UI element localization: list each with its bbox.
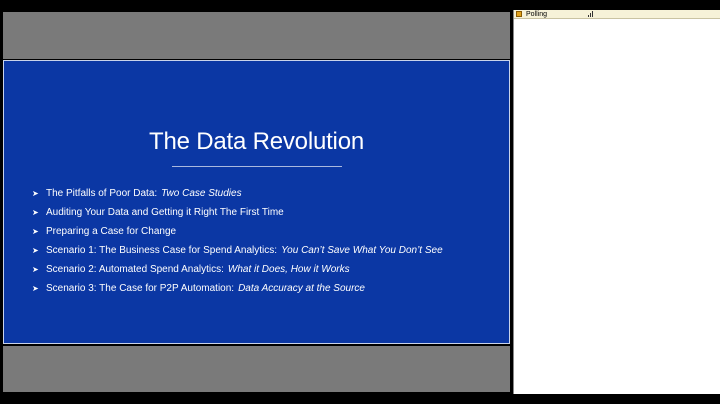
bullet-emphasis: You Can’t Save What You Don’t See xyxy=(281,245,443,256)
polling-panel-header[interactable]: Polling xyxy=(514,10,720,19)
presentation-area: The Data Revolution ➤ The Pitfalls of Po… xyxy=(0,10,512,394)
bullet-item: ➤ Scenario 1: The Business Case for Spen… xyxy=(32,241,443,260)
bullet-emphasis: Two Case Studies xyxy=(161,188,242,199)
bullet-text: Scenario 1: The Business Case for Spend … xyxy=(46,245,278,256)
arrow-bullet-icon: ➤ xyxy=(32,227,39,236)
arrow-bullet-icon: ➤ xyxy=(32,246,39,255)
presentation-top-bar xyxy=(3,12,510,59)
arrow-bullet-icon: ➤ xyxy=(32,284,39,293)
bullet-text: The Pitfalls of Poor Data: xyxy=(46,188,158,199)
bullet-item: ➤ Auditing Your Data and Getting it Righ… xyxy=(32,203,443,222)
bullet-emphasis: What it Does, How it Works xyxy=(227,264,350,275)
bullet-text: Scenario 3: The Case for P2P Automation: xyxy=(46,283,235,294)
polling-panel-title: Polling xyxy=(526,10,548,18)
title-divider xyxy=(172,166,342,167)
bullet-item: ➤ The Pitfalls of Poor Data: Two Case St… xyxy=(32,184,443,203)
bottom-strip xyxy=(0,394,720,404)
bullet-item: ➤ Preparing a Case for Change xyxy=(32,222,443,241)
presentation-bottom-bar xyxy=(3,346,510,392)
arrow-bullet-icon: ➤ xyxy=(32,189,39,198)
arrow-bullet-icon: ➤ xyxy=(32,208,39,217)
bullet-item: ➤ Scenario 3: The Case for P2P Automatio… xyxy=(32,279,443,298)
slide: The Data Revolution ➤ The Pitfalls of Po… xyxy=(3,60,510,344)
slide-title: The Data Revolution xyxy=(149,128,364,155)
bullet-list: ➤ The Pitfalls of Poor Data: Two Case St… xyxy=(32,184,443,298)
bullet-emphasis: Data Accuracy at the Source xyxy=(238,283,365,294)
arrow-bullet-icon: ➤ xyxy=(32,265,39,274)
bullet-text: Preparing a Case for Change xyxy=(46,226,177,237)
bullet-text: Auditing Your Data and Getting it Right … xyxy=(46,207,284,218)
signal-bars-icon xyxy=(588,11,593,17)
bullet-item: ➤ Scenario 2: Automated Spend Analytics:… xyxy=(32,260,443,279)
drag-handle-icon[interactable] xyxy=(516,11,522,17)
bullet-text: Scenario 2: Automated Spend Analytics: xyxy=(46,264,224,275)
polling-panel: Polling xyxy=(513,10,720,394)
